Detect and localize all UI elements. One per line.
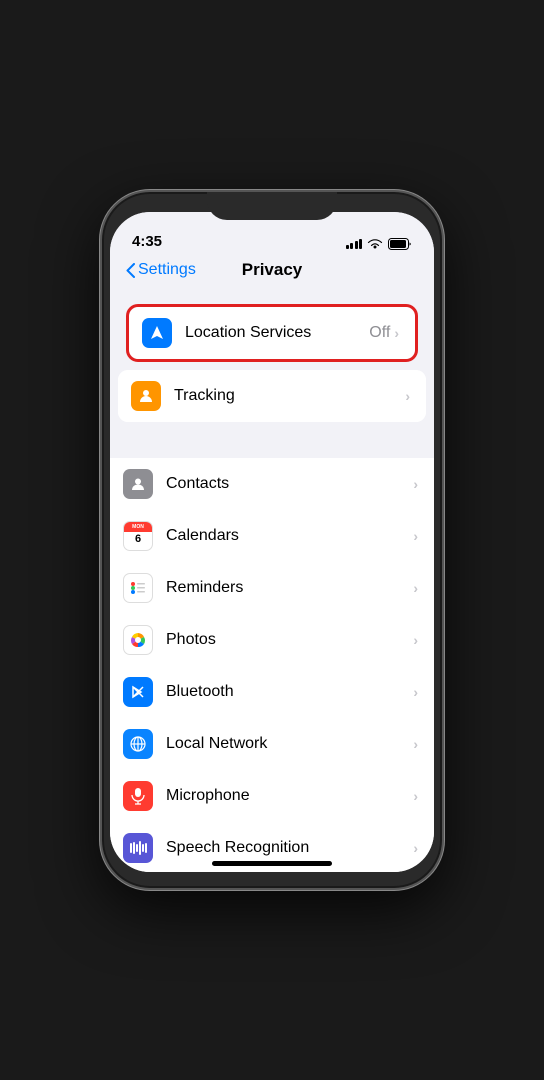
volume-buttons[interactable] [100, 340, 102, 400]
phone-frame: 4:35 [100, 190, 444, 890]
status-icons [346, 238, 413, 250]
tracking-chevron: › [405, 388, 410, 404]
location-services-item[interactable]: Location Services Off › [129, 307, 415, 359]
local-network-item[interactable]: Local Network › [110, 718, 434, 770]
location-services-highlight: Location Services Off › [126, 304, 418, 362]
section-divider-1 [110, 422, 434, 458]
contacts-label: Contacts [166, 475, 413, 493]
reminders-icon-wrap [110, 573, 166, 603]
speech-icon [123, 833, 153, 863]
back-label: Settings [138, 261, 196, 279]
location-services-value: Off [369, 324, 390, 342]
microphone-icon [123, 781, 153, 811]
bluetooth-label: Bluetooth [166, 683, 413, 701]
photos-chevron: › [413, 632, 418, 648]
reminders-label: Reminders [166, 579, 413, 597]
photos-icon [123, 625, 153, 655]
calendars-chevron: › [413, 528, 418, 544]
nav-bar: Settings Privacy [110, 256, 434, 288]
microphone-icon-wrap [110, 781, 166, 811]
contacts-icon [123, 469, 153, 499]
local-network-label: Local Network [166, 735, 413, 753]
tracking-item[interactable]: Tracking › [118, 370, 426, 422]
phone-screen: 4:35 [110, 212, 434, 872]
back-button[interactable]: Settings [126, 261, 196, 279]
microphone-item[interactable]: Microphone › [110, 770, 434, 822]
calendars-icon-wrap: MON 6 [110, 521, 166, 551]
photos-icon-wrap [110, 625, 166, 655]
tracking-label: Tracking [174, 387, 405, 405]
speech-label: Speech Recognition [166, 839, 413, 857]
contacts-item[interactable]: Contacts › [110, 458, 434, 510]
contacts-icon-wrap [110, 469, 166, 499]
location-services-label: Location Services [185, 324, 369, 342]
tracking-icon [131, 381, 161, 411]
main-settings-group: Contacts › MON 6 Calendars › [110, 458, 434, 872]
contacts-chevron: › [413, 476, 418, 492]
settings-content: Location Services Off › [110, 288, 434, 872]
reminders-icon [123, 573, 153, 603]
speech-icon-wrap [110, 833, 166, 863]
calendars-label: Calendars [166, 527, 413, 545]
home-indicator[interactable] [212, 861, 332, 866]
calendars-icon: MON 6 [123, 521, 153, 551]
location-icon [142, 318, 172, 348]
location-icon-wrap [129, 318, 185, 348]
mute-button[interactable] [100, 292, 102, 324]
reminders-chevron: › [413, 580, 418, 596]
status-time: 4:35 [132, 233, 162, 250]
page-title: Privacy [242, 260, 303, 280]
location-services-chevron: › [394, 325, 399, 341]
microphone-chevron: › [413, 788, 418, 804]
notch [207, 192, 337, 220]
local-network-icon [123, 729, 153, 759]
wifi-icon [367, 238, 383, 250]
calendars-item[interactable]: MON 6 Calendars › [110, 510, 434, 562]
bluetooth-chevron: › [413, 684, 418, 700]
power-button[interactable] [442, 312, 444, 382]
local-network-icon-wrap [110, 729, 166, 759]
photos-item[interactable]: Photos › [110, 614, 434, 666]
photos-label: Photos [166, 631, 413, 649]
bluetooth-icon-wrap [110, 677, 166, 707]
bluetooth-item[interactable]: Bluetooth › [110, 666, 434, 718]
speech-chevron: › [413, 840, 418, 856]
bluetooth-icon [123, 677, 153, 707]
reminders-item[interactable]: Reminders › [110, 562, 434, 614]
tracking-icon-wrap [118, 381, 174, 411]
local-network-chevron: › [413, 736, 418, 752]
microphone-label: Microphone [166, 787, 413, 805]
battery-icon [388, 238, 412, 250]
signal-icon [346, 239, 363, 249]
